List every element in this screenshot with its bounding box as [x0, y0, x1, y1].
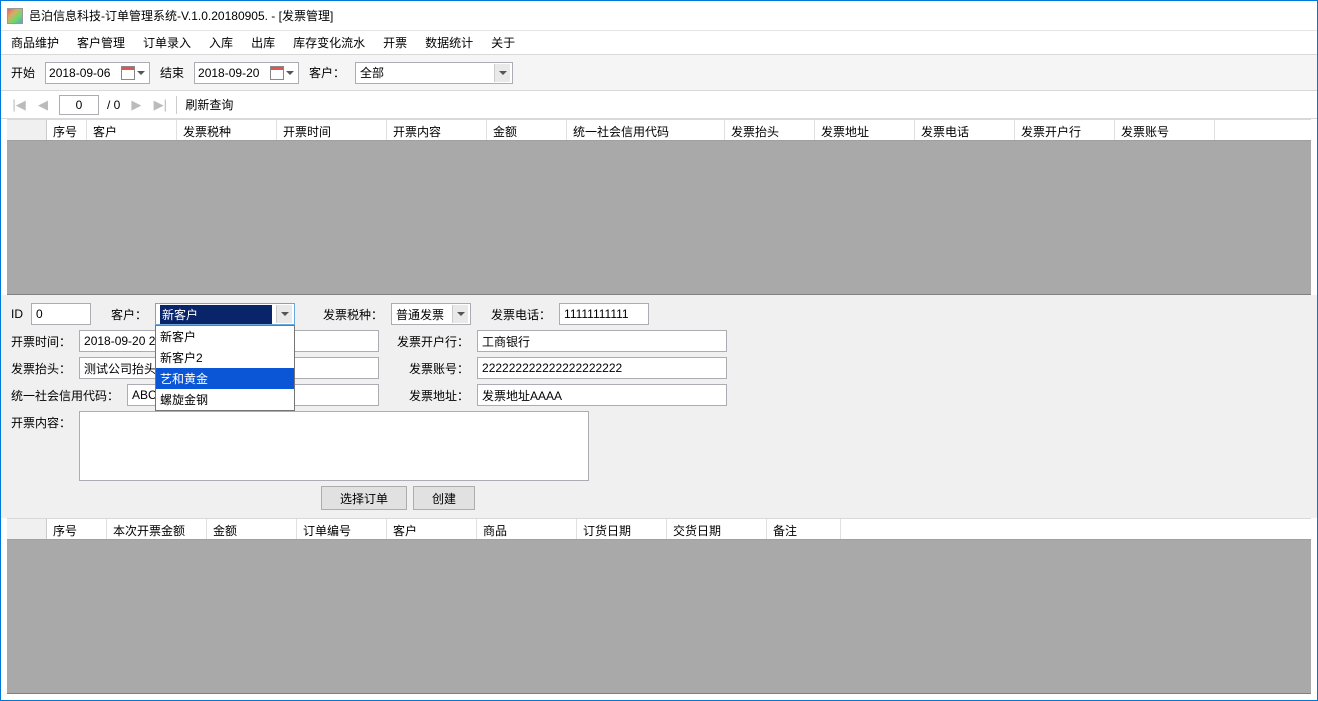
menu-stats[interactable]: 数据统计	[425, 34, 473, 51]
app-window: 邑泊信息科技-订单管理系统-V.1.0.20180905. - [发票管理] 商…	[0, 0, 1318, 701]
end-date-input[interactable]	[198, 66, 268, 80]
menu-orderentry[interactable]: 订单录入	[143, 34, 191, 51]
col-credit-code[interactable]: 统一社会信用代码	[567, 120, 725, 140]
refresh-query-button[interactable]: 刷新查询	[185, 96, 233, 113]
col-invoice-phone[interactable]: 发票电话	[915, 120, 1015, 140]
col2-orderdate[interactable]: 订货日期	[577, 519, 667, 539]
col-content[interactable]: 开票内容	[387, 120, 487, 140]
current-page-input[interactable]	[59, 95, 99, 115]
col-amount[interactable]: 金额	[487, 120, 567, 140]
last-page-icon[interactable]: ▶|	[152, 97, 168, 113]
chevron-down-icon[interactable]	[136, 66, 146, 80]
head-label: 发票抬头：	[11, 360, 71, 377]
total-pages: / 0	[107, 98, 120, 112]
acct-label: 发票账号：	[409, 360, 469, 377]
chevron-down-icon[interactable]	[276, 305, 292, 323]
window-title: 邑泊信息科技-订单管理系统-V.1.0.20180905. - [发票管理]	[29, 7, 333, 24]
col2-seq[interactable]: 序号	[47, 519, 107, 539]
row-header-corner	[7, 120, 47, 140]
filter-toolbar: 开始 结束 客户： 全部	[1, 55, 1317, 91]
start-date-picker[interactable]	[45, 62, 150, 84]
menubar: 商品维护 客户管理 订单录入 入库 出库 库存变化流水 开票 数据统计 关于	[1, 31, 1317, 55]
col-invoice-head[interactable]: 发票抬头	[725, 120, 815, 140]
tax-label: 发票税种：	[323, 306, 383, 323]
addr-input[interactable]	[477, 384, 727, 406]
start-date-input[interactable]	[49, 66, 119, 80]
invoice-grid-body[interactable]	[7, 141, 1311, 295]
next-page-icon[interactable]: ▶	[128, 97, 144, 113]
code-label: 统一社会信用代码：	[11, 387, 119, 404]
menu-products[interactable]: 商品维护	[11, 34, 59, 51]
menu-invoice[interactable]: 开票	[383, 34, 407, 51]
prev-page-icon[interactable]: ◀	[35, 97, 51, 113]
col-seq[interactable]: 序号	[47, 120, 87, 140]
menu-about[interactable]: 关于	[491, 34, 515, 51]
bank-label: 发票开户行：	[397, 333, 469, 350]
tax-combo[interactable]: 普通发票	[391, 303, 471, 325]
phone-label: 发票电话：	[491, 306, 551, 323]
time-label: 开票时间：	[11, 333, 71, 350]
phone-input[interactable]	[559, 303, 649, 325]
col-customer[interactable]: 客户	[87, 120, 177, 140]
first-page-icon[interactable]: |◀	[11, 97, 27, 113]
invoice-grid-header: 序号 客户 发票税种 开票时间 开票内容 金额 统一社会信用代码 发票抬头 发票…	[7, 119, 1311, 141]
calendar-icon	[270, 66, 284, 80]
form-customer-dropdown[interactable]: 新客户 新客户2 艺和黄金 螺旋金钢	[155, 325, 295, 411]
customer-filter-label: 客户：	[309, 64, 345, 81]
col2-deliverydate[interactable]: 交货日期	[667, 519, 767, 539]
menu-inbound[interactable]: 入库	[209, 34, 233, 51]
id-input[interactable]	[31, 303, 91, 325]
col2-thisamount[interactable]: 本次开票金额	[107, 519, 207, 539]
content-label: 开票内容：	[11, 411, 71, 431]
order-grid-header: 序号 本次开票金额 金额 订单编号 客户 商品 订货日期 交货日期 备注	[7, 518, 1311, 540]
form-customer-selected: 新客户	[160, 305, 272, 324]
end-label: 结束	[160, 64, 184, 81]
col2-remark[interactable]: 备注	[767, 519, 841, 539]
select-order-button[interactable]: 选择订单	[321, 486, 407, 510]
separator	[176, 96, 177, 114]
titlebar: 邑泊信息科技-订单管理系统-V.1.0.20180905. - [发票管理]	[1, 1, 1317, 31]
dropdown-item[interactable]: 艺和黄金	[156, 368, 294, 389]
menu-customers[interactable]: 客户管理	[77, 34, 125, 51]
form-customer-label: 客户：	[111, 306, 147, 323]
end-date-picker[interactable]	[194, 62, 299, 84]
dropdown-item[interactable]: 螺旋金钢	[156, 389, 294, 410]
col-invoice-account[interactable]: 发票账号	[1115, 120, 1215, 140]
col2-customer[interactable]: 客户	[387, 519, 477, 539]
row-header-corner	[7, 519, 47, 539]
col2-orderno[interactable]: 订单编号	[297, 519, 387, 539]
acct-input[interactable]	[477, 357, 727, 379]
col-taxtype[interactable]: 发票税种	[177, 120, 277, 140]
pager: |◀ ◀ / 0 ▶ ▶| 刷新查询	[1, 91, 1317, 119]
app-icon	[7, 8, 23, 24]
dropdown-item[interactable]: 新客户	[156, 326, 294, 347]
menu-outbound[interactable]: 出库	[251, 34, 275, 51]
order-grid-body[interactable]	[7, 540, 1311, 694]
chevron-down-icon[interactable]	[494, 64, 510, 82]
dropdown-item[interactable]: 新客户2	[156, 347, 294, 368]
form-customer-combo[interactable]: 新客户 新客户 新客户2 艺和黄金 螺旋金钢	[155, 303, 295, 325]
chevron-down-icon[interactable]	[452, 305, 468, 323]
tax-value: 普通发票	[396, 306, 448, 323]
addr-label: 发票地址：	[409, 387, 469, 404]
calendar-icon	[121, 66, 135, 80]
col2-product[interactable]: 商品	[477, 519, 577, 539]
col-invoice-bank[interactable]: 发票开户行	[1015, 120, 1115, 140]
create-button[interactable]: 创建	[413, 486, 475, 510]
col-invoice-addr[interactable]: 发票地址	[815, 120, 915, 140]
content-textarea[interactable]	[79, 411, 589, 481]
invoice-form: ID 客户： 新客户 新客户 新客户2 艺和黄金 螺旋金钢 发票税种： 普通发票	[1, 295, 1317, 518]
col-time[interactable]: 开票时间	[277, 120, 387, 140]
customer-filter-value: 全部	[360, 64, 490, 81]
bank-input[interactable]	[477, 330, 727, 352]
chevron-down-icon[interactable]	[285, 66, 295, 80]
id-label: ID	[11, 307, 23, 321]
col2-amount[interactable]: 金额	[207, 519, 297, 539]
customer-filter-combo[interactable]: 全部	[355, 62, 513, 84]
menu-stockchange[interactable]: 库存变化流水	[293, 34, 365, 51]
start-label: 开始	[11, 64, 35, 81]
